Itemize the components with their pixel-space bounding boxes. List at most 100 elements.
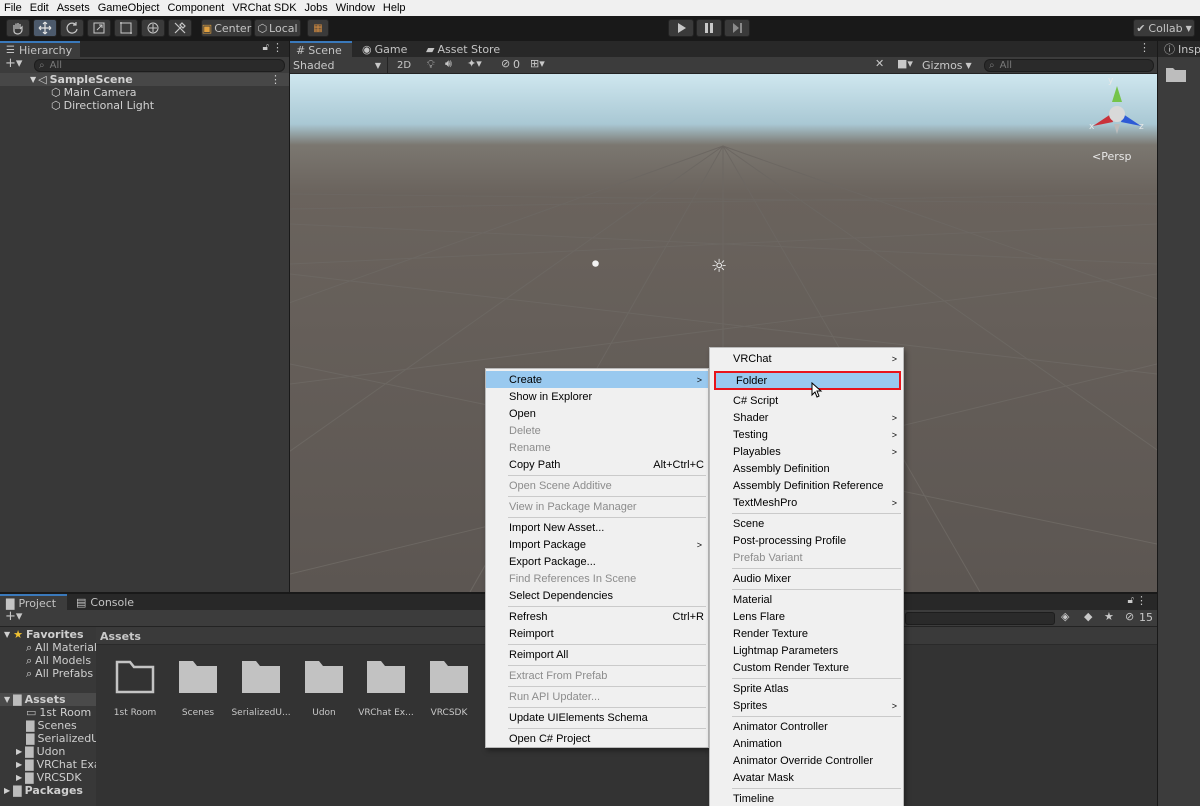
hand-tool-button[interactable] [6,19,30,37]
2d-toggle[interactable]: 2D [394,58,414,72]
audio-icon[interactable]: 🔊︎ [445,57,452,71]
hierarchy-item-directional-light[interactable]: ⬡ Directional Light [0,99,289,112]
menu-item-audio-mixer[interactable]: Audio Mixer [710,570,903,587]
menu-item-folder[interactable]: Folder [714,371,901,390]
lock-icon[interactable]: 🔓︎ [1128,595,1134,606]
menu-item-animator-override-controller[interactable]: Animator Override Controller [710,752,903,769]
menu-item-create[interactable]: Create > [486,371,708,388]
favorites-row[interactable]: ▼ ★ Favorites [4,628,96,641]
tools-icon[interactable]: ✕ [875,57,884,70]
custom-tool-button[interactable] [168,19,192,37]
asset-folder-item[interactable]: ▶ ▇ Udon [16,745,96,758]
label-icon[interactable]: ◆ [1084,610,1092,623]
menu-item-material[interactable]: Material [710,591,903,608]
folder-tile-1st-room[interactable]: 1st Room [105,660,165,718]
menu-file[interactable]: File [4,2,22,14]
gizmos-dropdown[interactable]: Gizmos ▼ [922,57,972,73]
menu-vrchat-sdk[interactable]: VRChat SDK [232,2,296,14]
folder-tile-vrchat-examples[interactable]: VRChat Ex... [356,660,416,718]
menu-item-avatar-mask[interactable]: Avatar Mask [710,769,903,786]
tab-hierarchy[interactable]: ☰ Hierarchy [0,41,80,57]
tab-project[interactable]: ▇ Project [0,594,67,610]
filter-type-icon[interactable]: ◈ [1061,610,1069,623]
add-icon[interactable]: +▾ [5,609,22,624]
panel-menu-icon[interactable]: ⋮ [1136,594,1147,607]
menu-item-reimport-all[interactable]: Reimport All [486,646,708,663]
menu-item-open-csharp-project[interactable]: Open C# Project [486,730,708,747]
menu-item-export-package[interactable]: Export Package... [486,553,708,570]
asset-folder-item[interactable]: ▶ ▇ VRCSDK [16,771,96,784]
panel-menu-icon[interactable]: ⋮ [272,41,283,54]
menu-item-animation[interactable]: Animation [710,735,903,752]
folder-tile-serialized[interactable]: SerializedU... [231,660,291,718]
menu-help[interactable]: Help [383,2,406,14]
shading-mode-dropdown[interactable]: Shaded ▼ [290,57,388,73]
menu-item-import-package[interactable]: Import Package > [486,536,708,553]
menu-component[interactable]: Component [167,2,224,14]
folder-tile-udon[interactable]: Udon [294,660,354,718]
favorite-item[interactable]: ⌕ All Models [26,654,96,667]
asset-folder-item[interactable]: ▭ 1st Room [26,706,96,719]
menu-gameobject[interactable]: GameObject [98,2,160,14]
asset-folder-item[interactable]: ▇ Scenes [26,719,96,732]
play-button[interactable] [668,19,694,37]
menu-item-vrchat[interactable]: VRChat > [710,350,903,367]
menu-item-animator-controller[interactable]: Animator Controller [710,718,903,735]
menu-window[interactable]: Window [336,2,375,14]
add-icon[interactable]: +▾ [5,56,22,71]
hierarchy-item-main-camera[interactable]: ⬡ Main Camera [0,86,289,99]
menu-item-scene[interactable]: Scene [710,515,903,532]
sun-gizmo-icon[interactable]: ☼ [711,256,727,277]
star-icon[interactable]: ★ [1104,610,1114,623]
menu-assets[interactable]: Assets [57,2,90,14]
assets-row[interactable]: ▼ ▇ Assets [0,693,96,706]
menu-item-playables[interactable]: Playables > [710,443,903,460]
perspective-toggle[interactable]: <Persp [1092,150,1131,163]
camera-icon[interactable]: ■▾ [897,57,913,70]
menu-item-textmeshpro[interactable]: TextMeshPro > [710,494,903,511]
pivot-local-button[interactable]: ⬡ Local [254,19,301,37]
hidden-objects-icon[interactable]: ⊘ [501,57,510,70]
menu-item-update-uielements-schema[interactable]: Update UIElements Schema [486,709,708,726]
menu-item-assembly-definition[interactable]: Assembly Definition [710,460,903,477]
tab-inspector[interactable]: ⓘ Inspe [1158,41,1200,57]
pause-button[interactable] [696,19,722,37]
menu-item-custom-render-texture[interactable]: Custom Render Texture [710,659,903,676]
menu-item-open[interactable]: Open [486,405,708,422]
tab-game[interactable]: ◉ Game [356,41,413,57]
rect-tool-button[interactable] [114,19,138,37]
hierarchy-search-input[interactable]: ⌕ All [34,59,285,72]
collab-button[interactable]: ✔ Collab ▼ [1133,19,1195,37]
rotate-tool-button[interactable] [60,19,84,37]
packages-row[interactable]: ▶ ▇ Packages [4,784,96,797]
menu-item-render-texture[interactable]: Render Texture [710,625,903,642]
pivot-center-button[interactable]: ▣ Center [201,19,252,37]
menu-item-assembly-definition-reference[interactable]: Assembly Definition Reference [710,477,903,494]
menu-item-shader[interactable]: Shader > [710,409,903,426]
tab-console[interactable]: ▤ Console [70,594,140,610]
hierarchy-scene-row[interactable]: ▼ ◁ SampleScene ⋮ [0,73,289,86]
menu-item-select-dependencies[interactable]: Select Dependencies [486,587,708,604]
project-search-input[interactable] [905,612,1055,625]
scale-tool-button[interactable] [87,19,111,37]
tab-scene[interactable]: # Scene [290,41,352,57]
breadcrumb-assets[interactable]: Assets [100,630,141,643]
favorite-item[interactable]: ⌕ All Prefabs [26,667,96,680]
menu-edit[interactable]: Edit [30,2,49,14]
menu-item-post-processing-profile[interactable]: Post-processing Profile [710,532,903,549]
step-button[interactable] [724,19,750,37]
menu-item-copy-path[interactable]: Copy Path Alt+Ctrl+C [486,456,708,473]
transform-tool-button[interactable] [141,19,165,37]
tab-asset-store[interactable]: ▰ Asset Store [420,41,506,57]
lock-icon[interactable]: 🔓︎ [263,42,269,53]
menu-item-sprite-atlas[interactable]: Sprite Atlas [710,680,903,697]
menu-item-reimport[interactable]: Reimport [486,625,708,642]
asset-folder-item[interactable]: ▇ SerializedU [26,732,96,745]
menu-item-timeline[interactable]: Timeline [710,790,903,806]
menu-jobs[interactable]: Jobs [305,2,328,14]
folder-tile-scenes[interactable]: Scenes [168,660,228,718]
menu-item-csharp-script[interactable]: C# Script [710,392,903,409]
menu-item-refresh[interactable]: Refresh Ctrl+R [486,608,708,625]
folder-tile-vrcsdk[interactable]: VRCSDK [419,660,479,718]
hidden-packages-icon[interactable]: ⊘ [1125,610,1134,623]
